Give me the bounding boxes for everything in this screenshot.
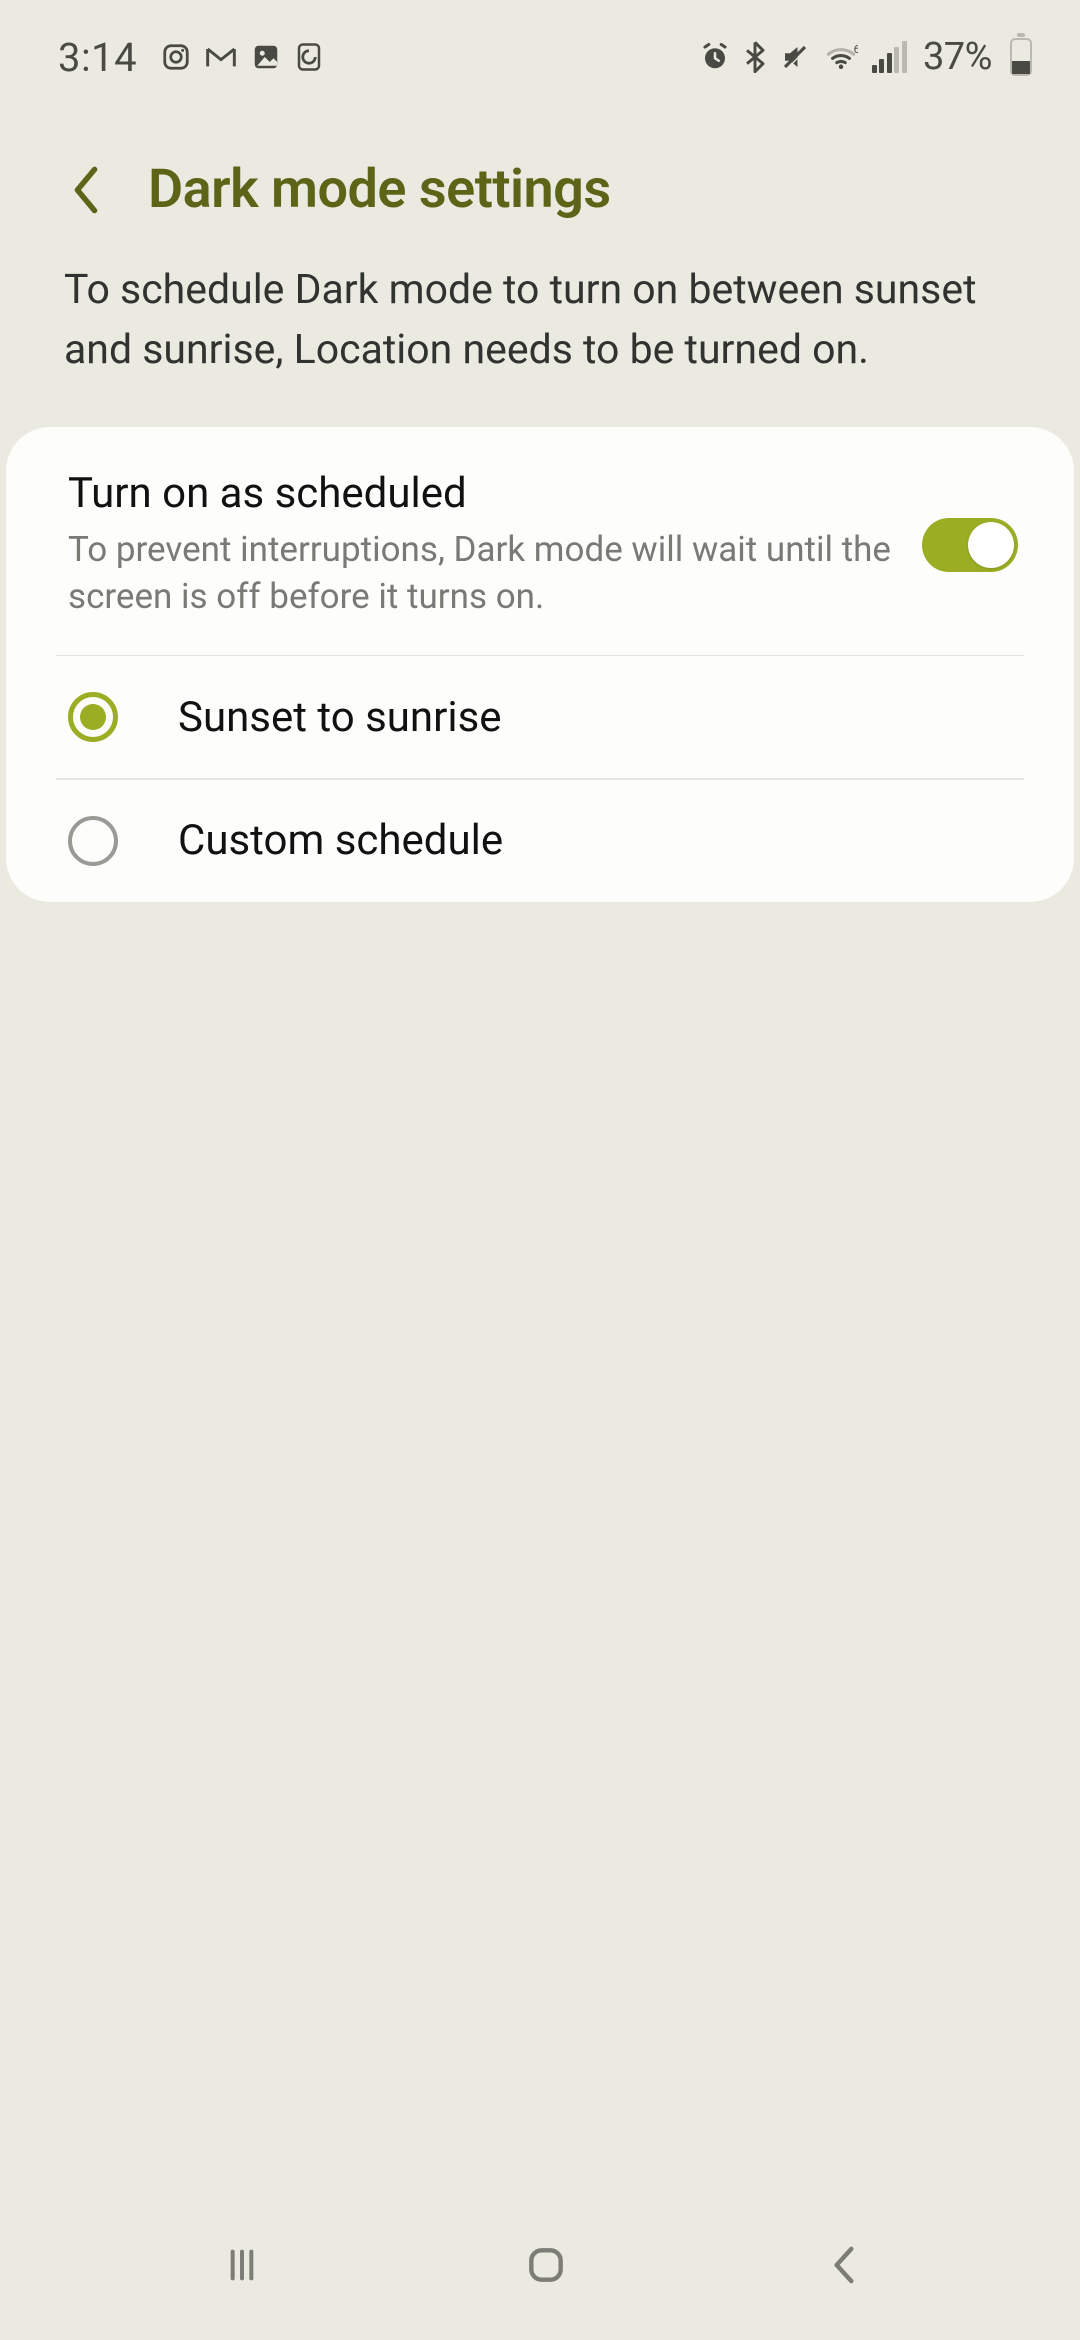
nav-back-button[interactable] — [829, 2243, 859, 2287]
schedule-text: Turn on as scheduled To prevent interrup… — [68, 469, 898, 621]
radio-selected-icon — [68, 692, 118, 742]
status-left: 3:14 — [58, 34, 323, 81]
home-button[interactable] — [524, 2243, 568, 2287]
turn-on-scheduled-row[interactable]: Turn on as scheduled To prevent interrup… — [6, 427, 1074, 655]
schedule-toggle[interactable] — [922, 518, 1018, 572]
status-bar: 3:14 — [0, 0, 1080, 96]
page-title: Dark mode settings — [148, 158, 611, 221]
radio-unselected-icon — [68, 816, 118, 866]
schedule-title: Turn on as scheduled — [68, 469, 898, 518]
bluetooth-icon — [744, 41, 766, 73]
wifi-icon: 6 — [824, 43, 858, 71]
back-button[interactable] — [60, 164, 112, 216]
instagram-icon — [161, 42, 191, 72]
recents-button[interactable] — [221, 2245, 263, 2285]
mute-icon — [780, 42, 810, 72]
option-custom-schedule[interactable]: Custom schedule — [6, 780, 1074, 902]
option-sunset-to-sunrise[interactable]: Sunset to sunrise — [6, 656, 1074, 778]
toggle-knob — [968, 522, 1014, 568]
battery-percent: 37% — [923, 35, 992, 79]
navigation-bar — [0, 2210, 1080, 2340]
option-label: Sunset to sunrise — [178, 693, 502, 742]
option-label: Custom schedule — [178, 816, 503, 865]
status-time: 3:14 — [58, 34, 137, 81]
signal-icon — [872, 41, 907, 73]
battery-icon — [1010, 38, 1032, 76]
status-right: 6 37% — [700, 35, 1032, 79]
gallery-icon — [251, 42, 281, 72]
data-saver-icon — [295, 42, 323, 72]
settings-card: Turn on as scheduled To prevent interrup… — [6, 427, 1074, 902]
schedule-description: To prevent interruptions, Dark mode will… — [68, 526, 898, 621]
page-header: Dark mode settings — [0, 96, 1080, 261]
alarm-icon — [700, 42, 730, 72]
intro-text: To schedule Dark mode to turn on between… — [0, 261, 1080, 427]
gmail-icon — [205, 44, 237, 70]
svg-text:6: 6 — [854, 43, 858, 56]
